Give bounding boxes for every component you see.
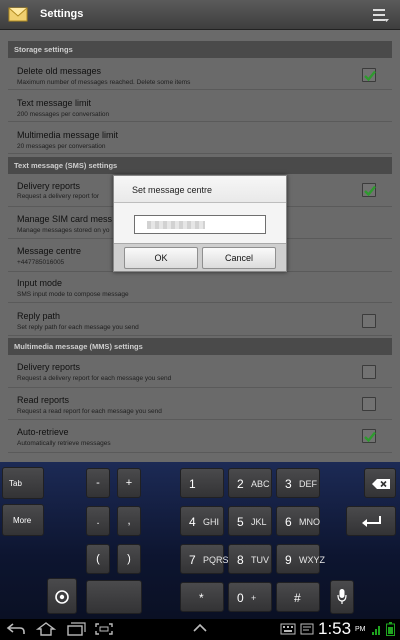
setting-read-reports[interactable]: Read reports Request a read report for e… bbox=[8, 389, 392, 420]
setting-subtitle: 200 messages per conversation bbox=[17, 111, 110, 118]
status-clock: 1:53 bbox=[318, 619, 352, 638]
screenshot-icon[interactable] bbox=[94, 622, 114, 636]
checkbox-unchecked[interactable] bbox=[362, 314, 376, 328]
keyboard-icon bbox=[280, 623, 296, 635]
settings-gear-icon bbox=[55, 590, 69, 604]
setting-title: Read reports bbox=[17, 395, 70, 405]
setting-title: Manage SIM card mess bbox=[17, 214, 113, 224]
setting-subtitle: SMS input mode to compose message bbox=[17, 291, 129, 298]
section-header-sms: Text message (SMS) settings bbox=[8, 157, 392, 174]
back-icon[interactable] bbox=[6, 622, 26, 636]
signal-icon bbox=[372, 626, 380, 635]
key-1[interactable]: 1 bbox=[180, 468, 224, 498]
setting-auto-retrieve[interactable]: Auto-retrieve Automatically retrieve mes… bbox=[8, 421, 392, 453]
voice-input-key[interactable] bbox=[330, 580, 354, 614]
key-period[interactable]: . bbox=[86, 506, 110, 536]
key-9[interactable]: 9 WXYZ bbox=[276, 544, 325, 574]
dialog-footer: OK Cancel bbox=[114, 243, 286, 271]
dialog-title: Set message centre bbox=[114, 176, 286, 203]
section-header-mms: Multimedia message (MMS) settings bbox=[8, 338, 392, 355]
checkbox-unchecked[interactable] bbox=[362, 365, 376, 379]
checkbox-checked[interactable] bbox=[362, 429, 376, 443]
chevron-up-icon[interactable] bbox=[192, 622, 208, 634]
menu-icon[interactable] bbox=[372, 7, 390, 23]
setting-multimedia-message-limit[interactable]: Multimedia message limit 20 messages per… bbox=[8, 123, 392, 154]
settings-key[interactable] bbox=[47, 578, 77, 614]
key-comma[interactable]: , bbox=[117, 506, 141, 536]
key-close-paren[interactable]: ) bbox=[117, 544, 141, 574]
setting-title: Delete old messages bbox=[17, 66, 102, 76]
enter-key[interactable] bbox=[346, 506, 396, 536]
setting-mms-delivery-reports[interactable]: Delivery reports Request a delivery repo… bbox=[8, 356, 392, 388]
envelope-icon[interactable] bbox=[8, 5, 28, 23]
more-key[interactable]: More bbox=[2, 504, 44, 536]
key-6[interactable]: 6 MNO bbox=[276, 506, 320, 536]
message-centre-input[interactable] bbox=[134, 215, 266, 234]
battery-icon bbox=[386, 622, 395, 636]
setting-subtitle: Request a read report for each message y… bbox=[17, 408, 162, 415]
key-8[interactable]: 8 TUV bbox=[228, 544, 272, 574]
setting-title: Text message limit bbox=[17, 98, 92, 108]
notification-icon bbox=[300, 623, 314, 635]
space-key[interactable] bbox=[86, 580, 142, 614]
ok-button[interactable]: OK bbox=[124, 247, 198, 269]
setting-subtitle: +447785016005 bbox=[17, 259, 65, 266]
page-title: Settings bbox=[40, 8, 84, 20]
setting-text-message-limit[interactable]: Text message limit 200 messages per conv… bbox=[8, 91, 392, 122]
checkbox-checked[interactable] bbox=[362, 68, 376, 82]
microphone-icon bbox=[337, 589, 347, 604]
enter-icon bbox=[362, 516, 381, 527]
setting-title: Auto-retrieve bbox=[17, 427, 69, 437]
setting-subtitle: Set reply path for each message you send bbox=[17, 324, 139, 331]
setting-title: Input mode bbox=[17, 278, 63, 288]
setting-subtitle: Maximum number of messages reached. Dele… bbox=[17, 79, 191, 86]
setting-title: Delivery reports bbox=[17, 362, 81, 372]
setting-title: Delivery reports bbox=[17, 181, 81, 191]
key-7[interactable]: 7 PQRS bbox=[180, 544, 229, 574]
checkbox-unchecked[interactable] bbox=[362, 397, 376, 411]
cancel-button[interactable]: Cancel bbox=[202, 247, 276, 269]
action-bar: Settings bbox=[0, 0, 400, 30]
key-star[interactable]: * bbox=[180, 582, 224, 612]
tab-key[interactable]: Tab bbox=[2, 467, 44, 499]
redacted-number bbox=[147, 221, 205, 229]
recent-apps-icon[interactable] bbox=[66, 622, 86, 636]
key-3[interactable]: 3 DEF bbox=[276, 468, 320, 498]
key-0[interactable]: 0 + bbox=[228, 582, 272, 612]
section-header-storage: Storage settings bbox=[8, 41, 392, 58]
backspace-key[interactable] bbox=[364, 468, 396, 498]
system-bar: 1:53 PM bbox=[0, 619, 400, 640]
key-2[interactable]: 2 ABC bbox=[228, 468, 272, 498]
key-plus[interactable]: + bbox=[117, 468, 141, 498]
setting-subtitle: Request a delivery report for each messa… bbox=[17, 375, 172, 382]
setting-reply-path[interactable]: Reply path Set reply path for each messa… bbox=[8, 304, 392, 336]
backspace-icon bbox=[372, 479, 390, 489]
set-message-centre-dialog: Set message centre OK Cancel bbox=[113, 175, 287, 272]
setting-title: Reply path bbox=[17, 311, 61, 321]
numeric-keyboard: Tab More - + . , ( ) 1 2 ABC 3 DEF 4 GHI 5J… bbox=[0, 462, 400, 619]
setting-subtitle: Automatically retrieve messages bbox=[17, 440, 111, 447]
setting-input-mode[interactable]: Input mode SMS input mode to compose mes… bbox=[8, 273, 392, 303]
key-hash[interactable]: # bbox=[276, 582, 320, 612]
status-ampm: PM bbox=[355, 626, 366, 633]
key-4[interactable]: 4 GHI bbox=[180, 506, 224, 536]
setting-subtitle: Request a delivery report for bbox=[17, 193, 100, 200]
key-5[interactable]: 5 JKL bbox=[228, 506, 272, 536]
setting-delete-old-messages[interactable]: Delete old messages Maximum number of me… bbox=[8, 60, 392, 90]
home-icon[interactable] bbox=[36, 622, 56, 636]
setting-title: Multimedia message limit bbox=[17, 130, 119, 140]
setting-subtitle: Manage messages stored on yo bbox=[17, 227, 110, 234]
checkbox-checked[interactable] bbox=[362, 183, 376, 197]
key-open-paren[interactable]: ( bbox=[86, 544, 110, 574]
setting-subtitle: 20 messages per conversation bbox=[17, 143, 106, 150]
key-minus[interactable]: - bbox=[86, 468, 110, 498]
setting-title: Message centre bbox=[17, 246, 82, 256]
